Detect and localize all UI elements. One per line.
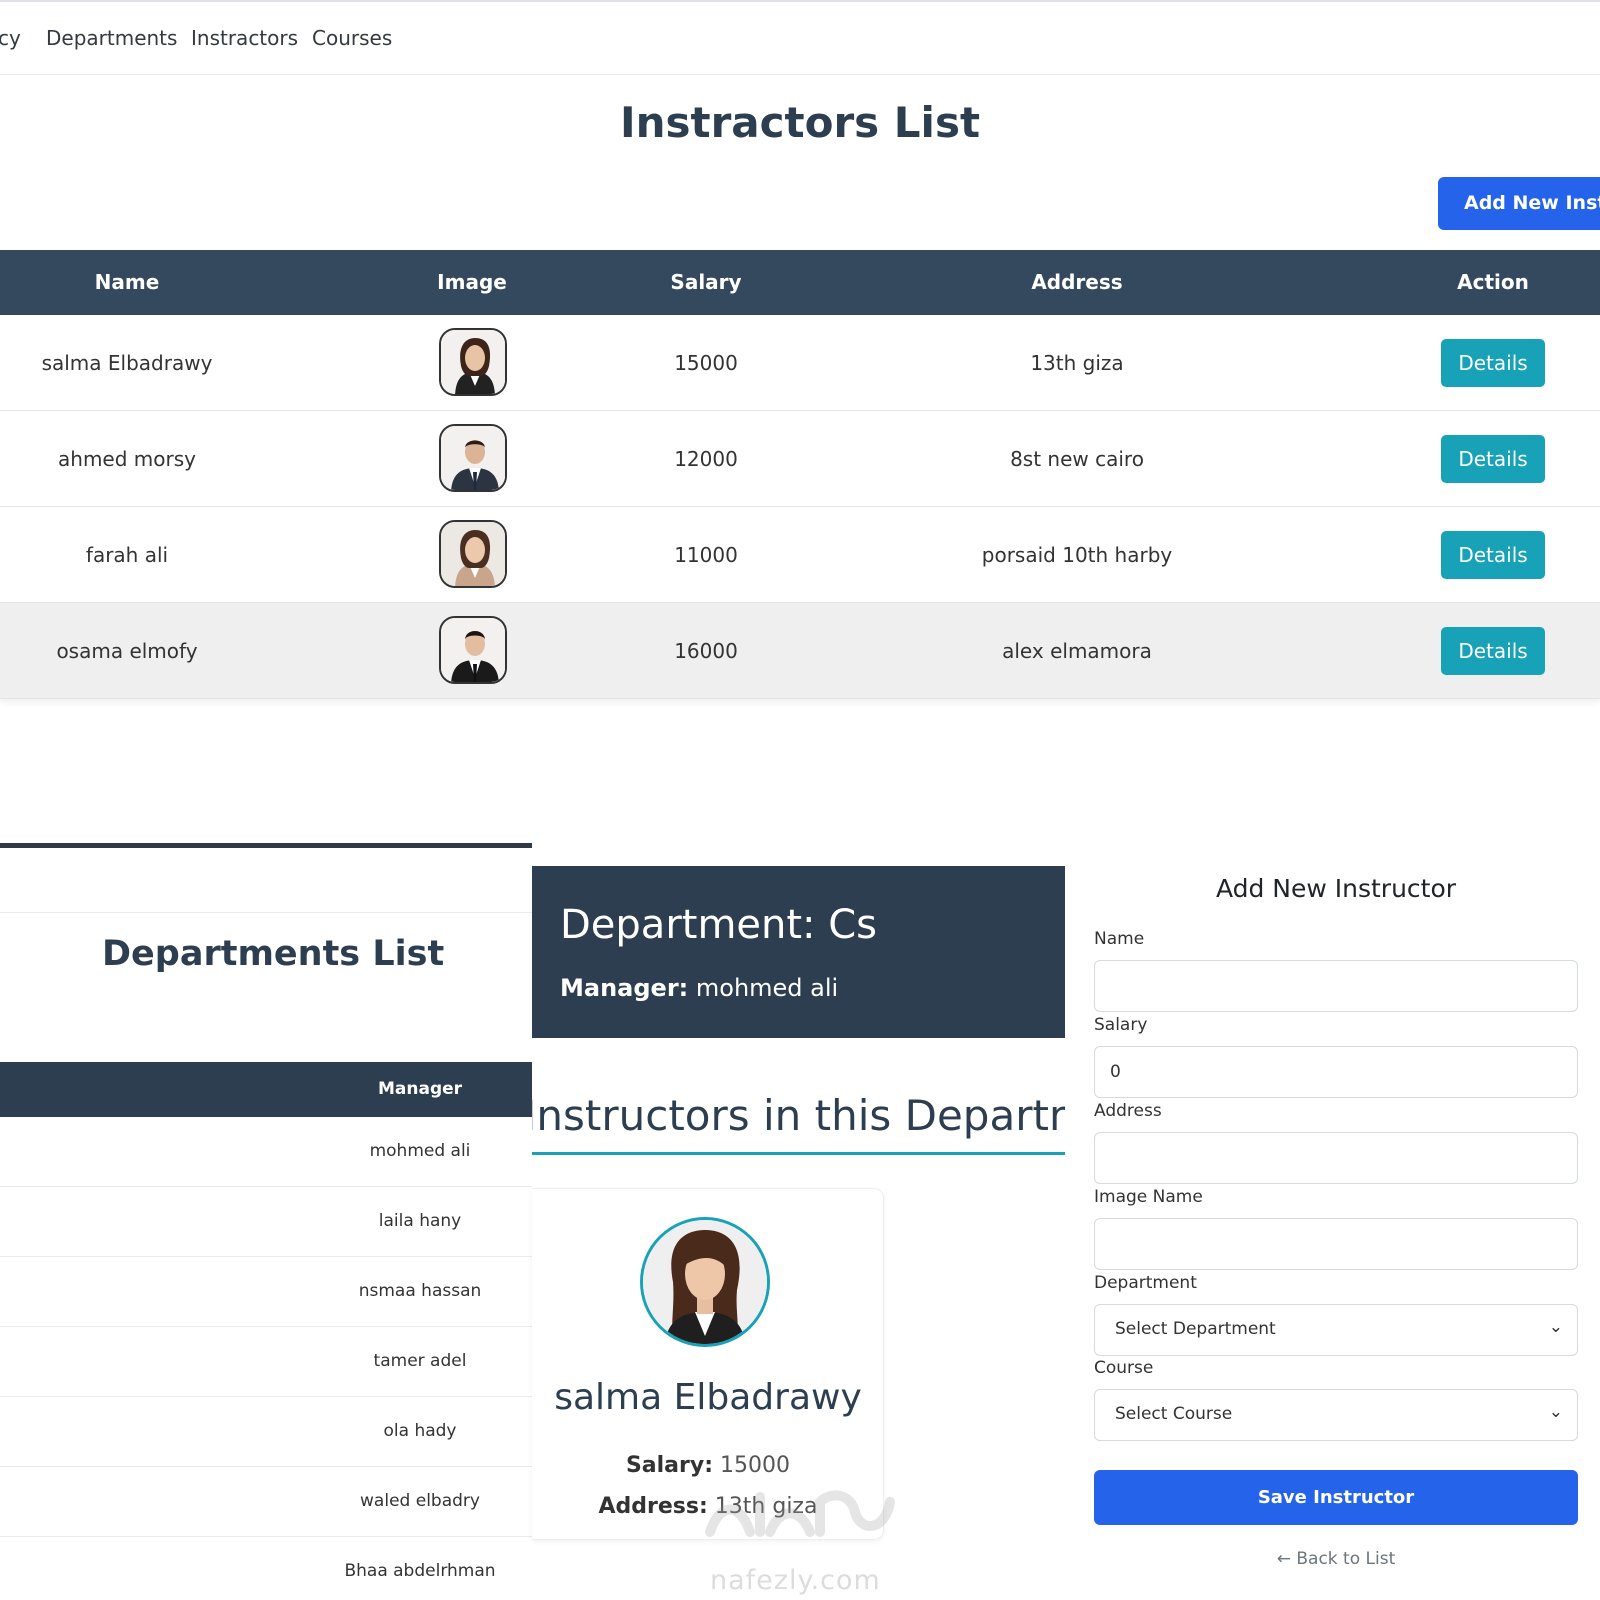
- column-header-image: Image: [437, 270, 507, 294]
- nav-link-courses[interactable]: Courses: [312, 26, 392, 50]
- section-heading: Instructors in this Department: [532, 1085, 1065, 1155]
- image-name-input[interactable]: [1094, 1218, 1578, 1270]
- add-new-instructor-button[interactable]: Add New Instractor: [1438, 177, 1600, 230]
- departments-table-header: Manager: [0, 1062, 532, 1117]
- watermark-text: nafezly.com: [710, 1565, 881, 1596]
- details-button[interactable]: Details: [1441, 339, 1545, 387]
- column-header-action: Action: [1457, 270, 1529, 294]
- course-select-value: Select Course: [1115, 1404, 1233, 1424]
- nav-link-instructors[interactable]: Instractors: [191, 26, 298, 50]
- instructor-name: ahmed morsy: [58, 447, 196, 471]
- instructor-address: alex elmamora: [1002, 639, 1152, 663]
- image-name-label: Image Name: [1094, 1187, 1203, 1207]
- divider: [0, 912, 532, 913]
- back-to-list-link[interactable]: ← Back to List: [1094, 1549, 1578, 1569]
- manager-value: mohmed ali: [695, 974, 839, 1002]
- instructors-table-header: Name Image Salary Address Action: [0, 250, 1600, 315]
- manager-label: Manager:: [560, 974, 689, 1002]
- table-row: waled elbadry: [0, 1467, 532, 1537]
- nav-link-partial[interactable]: cy: [0, 26, 21, 50]
- male-avatar-icon: [439, 616, 507, 684]
- table-row: ola hady: [0, 1397, 532, 1467]
- female-avatar-icon: [439, 328, 507, 396]
- course-label: Course: [1094, 1358, 1154, 1378]
- course-select[interactable]: Select Course ⌄: [1094, 1389, 1578, 1441]
- table-row: salma Elbadrawy 15000 13th giza Details: [0, 315, 1600, 411]
- name-input[interactable]: [1094, 960, 1578, 1012]
- instructor-salary: 11000: [674, 543, 738, 567]
- department-select[interactable]: Select Department ⌄: [1094, 1304, 1578, 1356]
- chevron-down-icon: ⌄: [1548, 1317, 1563, 1337]
- top-navbar: cy Departments Instractors Courses: [0, 0, 1600, 75]
- male-avatar-icon: [439, 424, 507, 492]
- department-header-card: Department: Cs Manager: mohmed ali: [532, 866, 1065, 1038]
- table-row: farah ali 11000 porsaid 10th harby Detai…: [0, 507, 1600, 603]
- page-title: Instractors List: [619, 98, 981, 147]
- salary-label: Salary: [1094, 1015, 1148, 1035]
- column-header-name: Name: [94, 270, 160, 294]
- name-label: Name: [1094, 929, 1145, 949]
- manager-name: mohmed ali: [369, 1141, 471, 1161]
- nav-link-departments[interactable]: Departments: [46, 26, 177, 50]
- details-button[interactable]: Details: [1441, 627, 1545, 675]
- details-button[interactable]: Details: [1441, 435, 1545, 483]
- instructor-address: porsaid 10th harby: [981, 543, 1173, 567]
- address-label: Address:: [598, 1494, 708, 1519]
- salary-label: Salary:: [625, 1453, 714, 1478]
- table-row: tamer adel: [0, 1327, 532, 1397]
- instructor-salary: 16000: [674, 639, 738, 663]
- department-select-value: Select Department: [1115, 1319, 1276, 1339]
- table-row: nsmaa hassan: [0, 1257, 532, 1327]
- salary-value: 15000: [720, 1453, 791, 1478]
- manager-name: laila hany: [378, 1211, 462, 1231]
- instructor-address: 13th giza: [1030, 351, 1124, 375]
- instructor-salary: 15000: [674, 351, 738, 375]
- instructor-photo-icon: [640, 1217, 770, 1347]
- column-header-address: Address: [1031, 270, 1123, 294]
- chevron-down-icon: ⌄: [1548, 1402, 1563, 1422]
- manager-name: Bhaa abdelrhman: [344, 1561, 496, 1581]
- table-row: osama elmofy 16000 alex elmamora Details: [0, 603, 1600, 699]
- form-title: Add New Instructor: [1215, 874, 1457, 903]
- departments-title: Departments List: [102, 934, 445, 974]
- column-header-salary: Salary: [670, 270, 742, 294]
- instructor-name: farah ali: [85, 543, 169, 567]
- instructor-salary: 12000: [674, 447, 738, 471]
- instructor-card-salary: Salary: 15000: [532, 1453, 884, 1478]
- instructor-address: 8st new cairo: [1010, 447, 1144, 471]
- department-label: Department: [1094, 1273, 1197, 1293]
- table-row: Bhaa abdelrhman: [0, 1537, 532, 1600]
- instructors-section-title: Instructors in this Department: [532, 1091, 1065, 1140]
- table-row: mohmed ali: [0, 1117, 532, 1187]
- table-row: laila hany: [0, 1187, 532, 1257]
- address-input[interactable]: [1094, 1132, 1578, 1184]
- manager-name: waled elbadry: [360, 1491, 480, 1511]
- department-title: Department: Cs: [560, 902, 878, 948]
- address-label: Address: [1094, 1101, 1162, 1121]
- save-instructor-button[interactable]: Save Instructor: [1094, 1470, 1578, 1525]
- column-header-manager: Manager: [377, 1079, 463, 1099]
- salary-input[interactable]: [1094, 1046, 1578, 1098]
- screenshot-collage: cy Departments Instractors Courses Instr…: [0, 0, 1600, 1600]
- female-avatar-icon: [439, 520, 507, 588]
- divider: [0, 843, 532, 848]
- table-row: ahmed morsy 12000 8st new cairo Details: [0, 411, 1600, 507]
- department-manager: Manager: mohmed ali: [560, 974, 838, 1002]
- manager-name: tamer adel: [373, 1351, 467, 1371]
- manager-name: nsmaa hassan: [358, 1281, 482, 1301]
- watermark-logo: [700, 1482, 900, 1552]
- instructor-name: salma Elbadrawy: [41, 351, 213, 375]
- instructor-name: osama elmofy: [56, 639, 198, 663]
- details-button[interactable]: Details: [1441, 531, 1545, 579]
- instructor-card-name: salma Elbadrawy: [554, 1377, 862, 1418]
- manager-name: ola hady: [383, 1421, 457, 1441]
